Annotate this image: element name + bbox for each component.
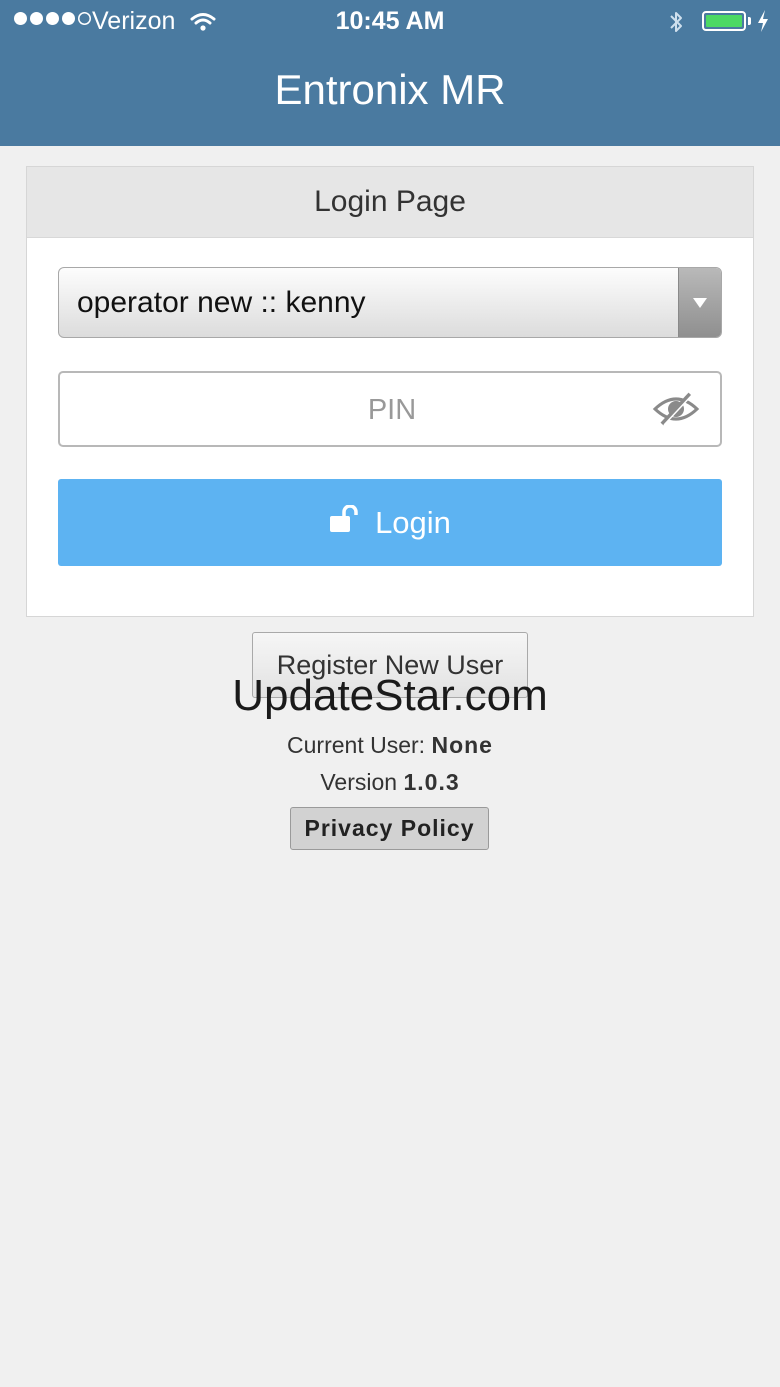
current-user-line: Current User: None <box>0 732 780 759</box>
card-title: Login Page <box>27 167 753 238</box>
watermark: UpdateStar.com <box>232 671 548 720</box>
version-line: Version 1.0.3 <box>0 769 780 796</box>
pin-field[interactable] <box>58 371 724 447</box>
privacy-policy-button[interactable]: Privacy Policy <box>290 807 489 850</box>
user-select[interactable]: operator new :: kenny <box>58 267 722 338</box>
status-time: 10:45 AM <box>335 7 445 35</box>
battery-tip <box>748 17 751 25</box>
battery-icon <box>702 11 746 31</box>
status-bar: Verizon 10:45 AM <box>0 0 780 44</box>
triangle-down-icon[interactable] <box>678 268 721 337</box>
current-user-value: None <box>431 732 493 758</box>
user-select-value: operator new :: kenny <box>77 286 366 319</box>
unlock-icon <box>329 503 361 541</box>
version-value: 1.0.3 <box>403 769 460 795</box>
app-title: Entronix MR <box>274 66 506 113</box>
bluetooth-icon <box>668 9 684 42</box>
login-button[interactable]: Login <box>58 479 722 566</box>
charging-icon <box>756 8 770 41</box>
login-card: Login Page operator new :: kenny Login <box>26 166 754 617</box>
eye-slash-icon[interactable] <box>652 391 700 432</box>
version-label: Version <box>320 769 398 795</box>
pin-input[interactable] <box>60 373 724 447</box>
login-label: Login <box>375 504 451 540</box>
app-header: Verizon 10:45 AM Entronix MR <box>0 0 780 146</box>
current-user-label: Current User: <box>287 732 426 758</box>
